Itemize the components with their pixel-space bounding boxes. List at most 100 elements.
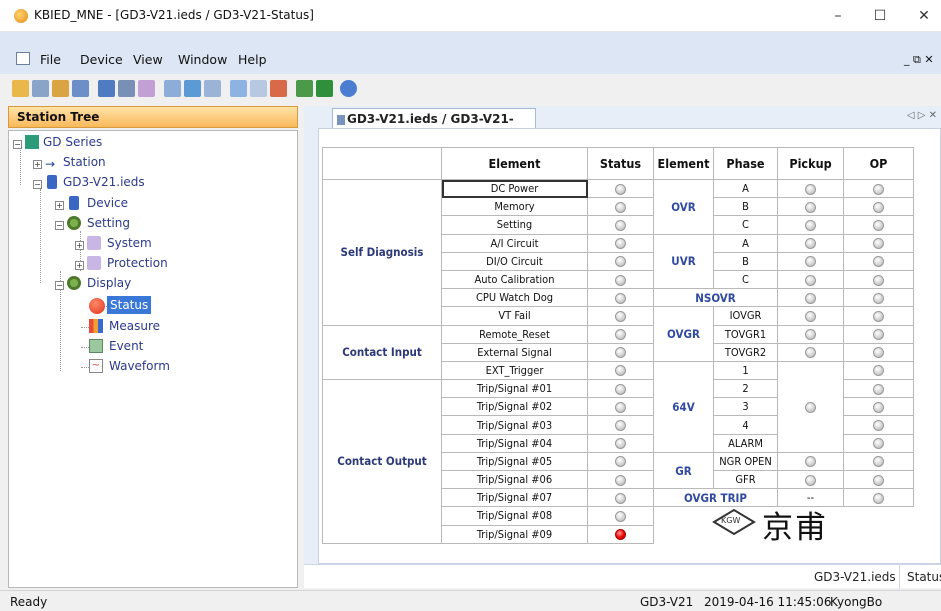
header-status: Status xyxy=(587,147,654,180)
tree-item-device[interactable]: Device xyxy=(87,194,128,212)
header-element-2: Element xyxy=(653,147,714,180)
expand-file-icon[interactable]: − xyxy=(33,180,42,189)
tree-item-system[interactable]: System xyxy=(107,234,152,252)
element-ovr: OVR xyxy=(653,179,714,235)
tree-item-gd-series[interactable]: GD Series xyxy=(43,133,102,151)
element-cell[interactable]: Auto Calibration xyxy=(441,269,588,290)
tree-item-event[interactable]: Event xyxy=(109,337,143,355)
expand-station-icon[interactable]: + xyxy=(33,160,42,169)
wave-icon[interactable] xyxy=(270,80,287,97)
element-cell[interactable]: Setting xyxy=(441,215,588,235)
settings-icon[interactable] xyxy=(138,80,155,97)
chart-icon[interactable] xyxy=(250,80,267,97)
op-led xyxy=(873,401,884,413)
doc-status-label: Status xyxy=(907,570,941,584)
element-cell[interactable]: Trip/Signal #08 xyxy=(441,506,588,526)
waveform-icon: ~ xyxy=(89,359,103,373)
phase-cell: 3 xyxy=(713,397,778,417)
connect-icon[interactable] xyxy=(118,80,135,97)
menu-view[interactable]: View xyxy=(133,52,163,67)
op-led xyxy=(873,274,884,286)
arrow-icon: → xyxy=(45,157,56,171)
op-led xyxy=(873,219,884,231)
op-led xyxy=(873,474,884,486)
phase-cell: A xyxy=(713,233,778,253)
menu-window[interactable]: Window xyxy=(178,52,227,67)
tree-icon[interactable] xyxy=(98,80,115,97)
station-tree-title: Station Tree xyxy=(17,110,100,124)
element-uvr: UVR xyxy=(653,233,714,290)
element-cell[interactable]: Memory xyxy=(441,197,588,217)
element-cell[interactable]: A/I Circuit xyxy=(441,233,588,253)
expand-display-icon[interactable]: − xyxy=(55,281,64,290)
element-cell[interactable]: Trip/Signal #07 xyxy=(441,488,588,508)
list-icon[interactable] xyxy=(204,80,221,97)
export-icon[interactable] xyxy=(296,80,313,97)
doc-status-file: GD3-V21.ieds xyxy=(814,570,896,584)
pickup-led xyxy=(805,256,816,268)
element-cell[interactable]: Trip/Signal #04 xyxy=(441,433,588,453)
element-cell[interactable]: EXT_Trigger xyxy=(441,360,588,381)
maximize-button[interactable]: ☐ xyxy=(870,6,890,26)
expand-system-icon[interactable]: + xyxy=(75,241,84,250)
element-cell[interactable]: Trip/Signal #03 xyxy=(441,415,588,435)
element-cell[interactable]: CPU Watch Dog xyxy=(441,288,588,308)
tree-item-protection[interactable]: Protection xyxy=(107,254,168,272)
tree-item-file[interactable]: GD3-V21.ieds xyxy=(63,173,145,191)
pickup-led xyxy=(805,401,816,413)
group-self-diagnosis: Self Diagnosis xyxy=(322,179,442,326)
mdi-controls[interactable]: _ ⧉ ✕ xyxy=(904,53,934,67)
station-icon[interactable] xyxy=(72,80,89,97)
tree-item-station[interactable]: Station xyxy=(63,153,106,171)
pickup-led xyxy=(805,329,816,341)
phase-cell: GFR xyxy=(713,469,778,490)
menu-help[interactable]: Help xyxy=(238,52,267,67)
menu-file[interactable]: File xyxy=(40,52,61,67)
element-cell[interactable]: VT Fail xyxy=(441,306,588,326)
element-cell[interactable]: Trip/Signal #05 xyxy=(441,451,588,472)
pickup-led xyxy=(805,474,816,486)
monitor-icon[interactable] xyxy=(184,80,201,97)
save-icon[interactable] xyxy=(32,80,49,97)
expand-root-icon[interactable]: − xyxy=(13,140,22,149)
read-icon[interactable] xyxy=(164,80,181,97)
system-icon xyxy=(87,236,101,250)
protection-icon xyxy=(87,256,101,270)
tab-status[interactable]: GD3-V21.ieds / GD3-V21-Status xyxy=(332,108,536,140)
status-cell xyxy=(587,178,654,199)
expand-protection-icon[interactable]: + xyxy=(75,261,84,270)
element-cell[interactable]: External Signal xyxy=(441,342,588,362)
expand-setting-icon[interactable]: − xyxy=(55,221,64,230)
status-led xyxy=(615,347,626,359)
folder-icon[interactable] xyxy=(52,80,69,97)
excel-icon[interactable] xyxy=(316,80,333,97)
element-cell[interactable]: Trip/Signal #09 xyxy=(441,524,588,544)
status-led xyxy=(615,510,626,522)
phase-cell: 4 xyxy=(713,415,778,435)
tree-item-measure[interactable]: Measure xyxy=(109,317,160,335)
tab-scroll-arrows[interactable]: ◁ ▷ ✕ xyxy=(907,110,937,121)
element-cell[interactable]: DC Power xyxy=(441,178,588,199)
window-icon[interactable] xyxy=(230,80,247,97)
tree-item-display[interactable]: Display xyxy=(87,274,131,292)
tree-item-waveform[interactable]: Waveform xyxy=(109,357,170,375)
phase-cell: A xyxy=(713,178,778,199)
element-cell[interactable]: DI/O Circuit xyxy=(441,251,588,271)
gd-series-icon xyxy=(25,135,39,149)
element-cell[interactable]: Trip/Signal #06 xyxy=(441,469,588,490)
phase-cell: B xyxy=(713,251,778,271)
expand-device-icon[interactable]: + xyxy=(55,201,64,210)
status-led xyxy=(615,383,626,395)
pickup-led xyxy=(805,201,816,213)
minimize-button[interactable]: – xyxy=(828,6,848,26)
menu-device[interactable]: Device xyxy=(80,52,123,67)
tree-item-status[interactable]: Status xyxy=(107,296,152,314)
element-cell[interactable]: Remote_Reset xyxy=(441,324,588,344)
help-icon[interactable] xyxy=(340,80,357,97)
open-icon[interactable] xyxy=(12,80,29,97)
tree-item-setting[interactable]: Setting xyxy=(87,214,130,232)
element-cell[interactable]: Trip/Signal #02 xyxy=(441,397,588,417)
element-cell[interactable]: Trip/Signal #01 xyxy=(441,379,588,399)
close-button[interactable]: ✕ xyxy=(914,6,934,26)
system-menu-icon[interactable] xyxy=(16,52,30,65)
